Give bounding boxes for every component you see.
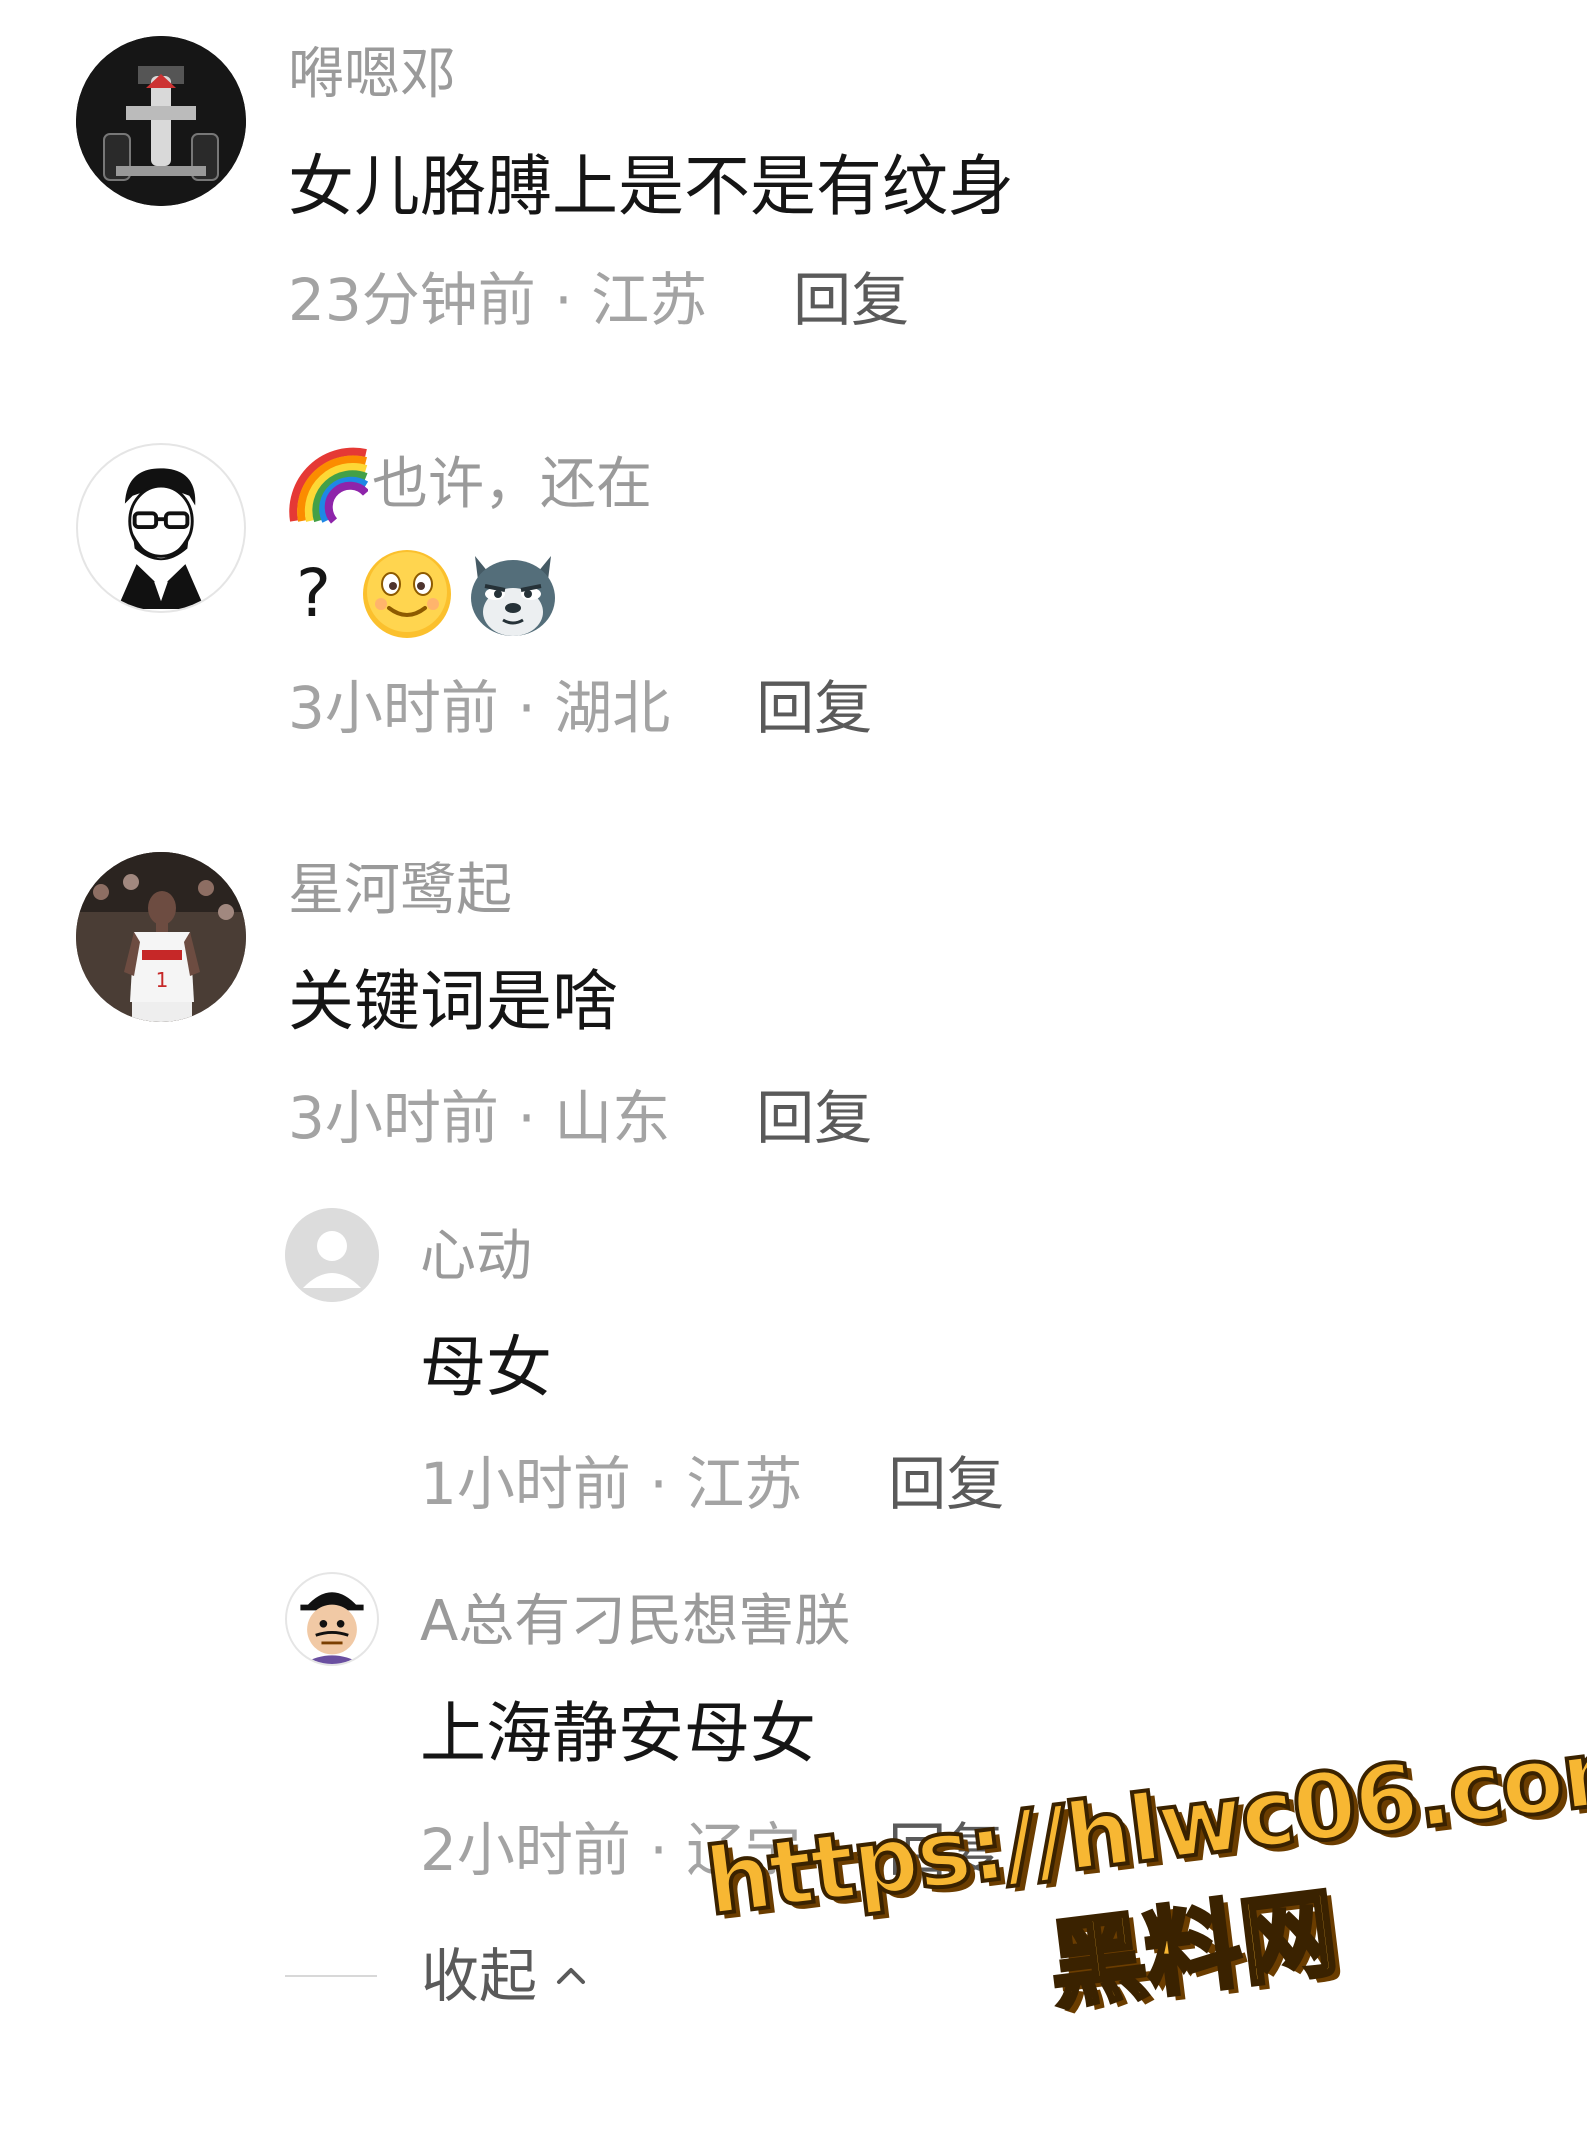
- collapse-replies-button[interactable]: 收起: [285, 1940, 589, 2012]
- smile-face-icon: [361, 548, 453, 640]
- bearded-man-avatar[interactable]: [76, 443, 246, 613]
- comment-username[interactable]: 星河鹭起: [288, 856, 512, 926]
- comment-text: ?: [296, 555, 332, 632]
- reply-username[interactable]: 心动: [420, 1222, 532, 1292]
- comment-username-row[interactable]: 也许，还在: [288, 445, 652, 525]
- cartoon-official-avatar[interactable]: [285, 1572, 379, 1666]
- chevron-up-icon[interactable]: [553, 1958, 589, 1994]
- reply-text: 母女: [420, 1329, 552, 1406]
- svg-text:1: 1: [156, 968, 169, 992]
- reply-button[interactable]: 回复: [756, 672, 872, 744]
- comment-meta: 3小时前 · 山东: [288, 1084, 671, 1152]
- basketball-player-avatar[interactable]: 1: [76, 852, 246, 1022]
- comment-text: 关键词是啥: [288, 963, 618, 1040]
- race-car-avatar[interactable]: [76, 36, 246, 206]
- comment-username[interactable]: 也许，还在: [372, 450, 652, 520]
- reply-button[interactable]: 回复: [756, 1082, 872, 1154]
- default-user-avatar[interactable]: [285, 1208, 379, 1302]
- comment-meta: 23分钟前 · 江苏: [288, 266, 708, 334]
- comment-meta: 3小时前 · 湖北: [288, 674, 671, 742]
- reply-button[interactable]: 回复: [793, 264, 909, 336]
- dog-face-icon: [465, 548, 561, 640]
- divider: [285, 1975, 377, 1977]
- reply-meta-row: 1小时前 · 江苏 回复: [420, 1448, 1004, 1520]
- reply-username[interactable]: A总有刁民想害朕: [420, 1587, 850, 1657]
- watermark: https://hlwc06.com 黑料网: [698, 1712, 1587, 2068]
- comment-text-row: ?: [296, 548, 561, 640]
- comment-username[interactable]: 嘚嗯邓: [288, 40, 456, 110]
- comment-meta-row: 3小时前 · 湖北 回复: [288, 672, 872, 744]
- comment-meta-row: 23分钟前 · 江苏 回复: [288, 264, 909, 336]
- reply-meta: 1小时前 · 江苏: [420, 1450, 803, 1518]
- rainbow-icon: [288, 445, 370, 525]
- reply-text: 上海静安母女: [420, 1695, 816, 1772]
- comment-meta-row: 3小时前 · 山东 回复: [288, 1082, 872, 1154]
- collapse-label[interactable]: 收起: [421, 1940, 537, 2012]
- reply-button[interactable]: 回复: [888, 1448, 1004, 1520]
- comment-text: 女儿胳膊上是不是有纹身: [288, 148, 1014, 225]
